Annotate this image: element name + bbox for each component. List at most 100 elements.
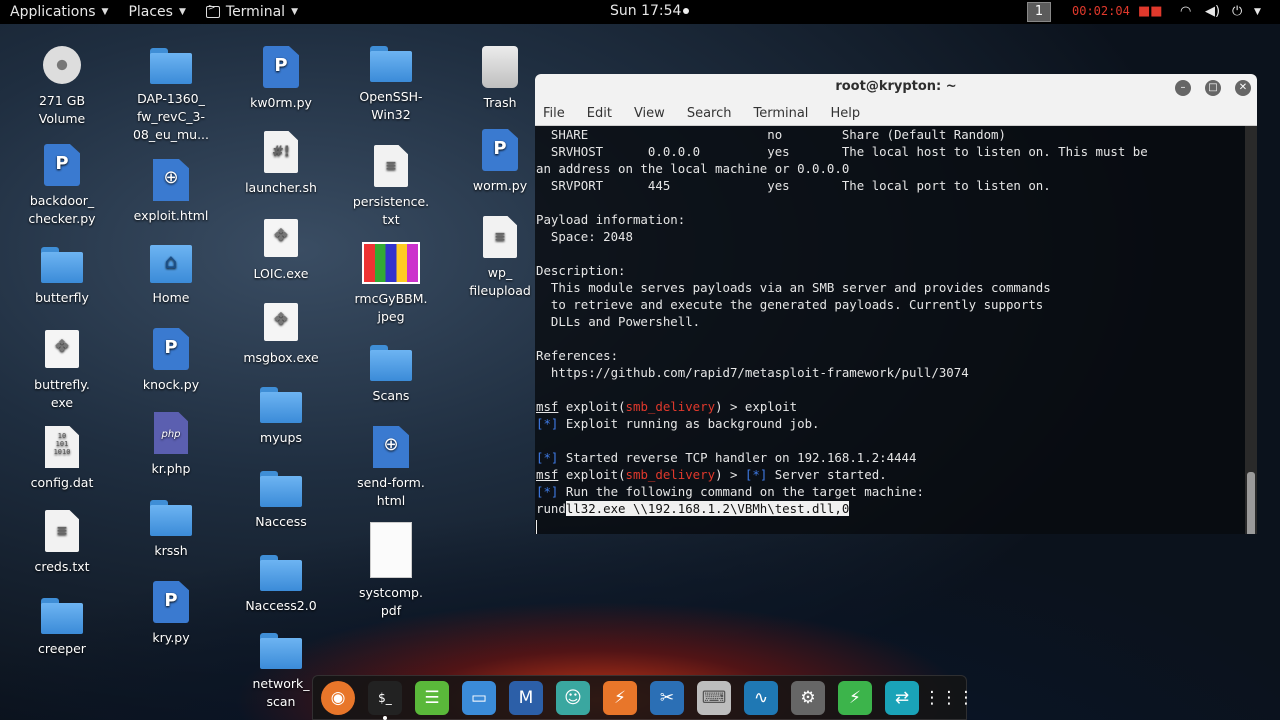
terminal-scrollbar[interactable] <box>1245 126 1257 534</box>
desktop-icon-openssh[interactable]: OpenSSH- Win32 <box>343 46 439 124</box>
desktop-icon-config-dat[interactable]: 10 101 1010 config.dat <box>14 426 110 492</box>
clock[interactable]: Sun 17:54 <box>610 3 690 19</box>
exe-file-icon: ❖ <box>264 303 298 341</box>
caret-down-icon[interactable]: ▼ <box>1254 7 1261 17</box>
terminal-app-menu[interactable]: Terminal ▼ <box>196 0 308 24</box>
settings-icon[interactable]: ⚙ <box>791 680 825 715</box>
menu-edit[interactable]: Edit <box>587 106 612 121</box>
minimize-button[interactable]: – <box>1175 80 1191 96</box>
desktop-icon-label: myups <box>260 430 302 445</box>
menu-view[interactable]: View <box>634 106 665 121</box>
menu-search[interactable]: Search <box>687 106 732 121</box>
burpsuite-icon[interactable]: ⚡ <box>603 680 637 715</box>
desktop-icon-creeper[interactable]: creeper <box>14 598 110 658</box>
desktop-icon-wp-fileupload[interactable]: ≡ wp_ fileupload <box>452 216 548 300</box>
desktop-icon-persistence-txt[interactable]: ≡ persistence. txt <box>343 145 439 229</box>
desktop-icon-kw0rm-py[interactable]: P kw0rm.py <box>233 46 329 112</box>
terminal-prompt-line: msf exploit(smb_delivery) > exploit <box>536 398 1245 415</box>
desktop-icon-label: Home <box>152 290 190 305</box>
menu-file[interactable]: File <box>543 106 565 121</box>
prompt-module: smb_delivery <box>625 399 716 414</box>
php-file-icon: php <box>154 412 188 454</box>
desktop-icon-volume[interactable]: 271 GB Volume <box>14 46 110 128</box>
terminal-input-line[interactable] <box>536 517 1245 534</box>
shell-script-icon: #! <box>264 131 298 173</box>
recorder-icon[interactable]: ■■ <box>1138 4 1163 19</box>
keyboard-icon[interactable]: ⌨ <box>697 680 731 715</box>
terminal-icon[interactable]: $_ <box>368 680 402 720</box>
desktop-icon-label: systcomp. pdf <box>359 585 423 618</box>
text-editor-icon[interactable]: ☰ <box>415 680 449 715</box>
scrollbar-thumb[interactable] <box>1247 472 1255 534</box>
desktop-icon-home[interactable]: ⌂ Home <box>123 245 219 307</box>
metasploit-icon[interactable]: M <box>509 680 543 715</box>
volume-icon[interactable]: ◀) <box>1205 4 1220 19</box>
maximize-button[interactable]: □ <box>1205 80 1221 96</box>
terminal-window[interactable]: root@krypton: ~ – □ ✕ File Edit View Sea… <box>535 74 1257 534</box>
desktop-icon-myups[interactable]: myups <box>233 387 329 447</box>
wifi-icon[interactable]: ◠ <box>1180 4 1191 19</box>
terminal-line: References: <box>536 348 619 363</box>
desktop-icon-label: rmcGyBBM. jpeg <box>354 291 428 324</box>
desktop-icon-msgbox-exe[interactable]: ❖ msgbox.exe <box>233 303 329 367</box>
wireshark-icon[interactable]: ∿ <box>744 680 778 715</box>
armitage-icon[interactable]: ☺ <box>556 680 590 715</box>
close-button[interactable]: ✕ <box>1235 80 1251 96</box>
image-thumb-icon <box>362 242 420 284</box>
desktop-icon-loic-exe[interactable]: ❖ LOIC.exe <box>233 219 329 283</box>
python-file-icon: P <box>44 144 80 186</box>
teamviewer-icon[interactable]: ⇄ <box>885 680 919 715</box>
terminal-line: Description: <box>536 263 626 278</box>
desktop-icon-naccess2[interactable]: Naccess2.0 <box>233 555 329 615</box>
desktop-icon-launcher-sh[interactable]: #! launcher.sh <box>233 131 329 197</box>
drive-icon <box>43 46 81 84</box>
terminal-prompt-line: msf exploit(smb_delivery) > [*] Server s… <box>536 466 1245 483</box>
desktop-icon-backdoor-checker[interactable]: P backdoor_ checker.py <box>14 144 110 228</box>
firefox-icon[interactable]: ◉ <box>321 680 355 715</box>
power-icon[interactable]: ⏻ <box>1232 4 1242 19</box>
window-titlebar[interactable]: root@krypton: ~ – □ ✕ <box>535 74 1257 102</box>
desktop-icon-send-form-html[interactable]: ⊕ send-form. html <box>343 426 439 510</box>
folder-icon <box>260 555 302 591</box>
desktop-icon-scans[interactable]: Scans <box>343 345 439 405</box>
prompt-text: exploit( <box>558 467 626 482</box>
workspace-indicator[interactable]: 1 <box>1027 2 1051 22</box>
desktop-icon-kr-php[interactable]: php kr.php <box>123 412 219 478</box>
desktop-icon-buttrefly-exe[interactable]: ❖ buttrefly. exe <box>14 330 110 412</box>
tools-icon[interactable]: ✂ <box>650 680 684 715</box>
app-grid-icon[interactable]: ⋮⋮⋮ <box>924 681 975 715</box>
menu-help[interactable]: Help <box>830 106 860 121</box>
desktop-icon-dap-1360[interactable]: DAP-1360_ fw_revC_3- 08_eu_mu... <box>123 48 219 144</box>
desktop-icon-naccess[interactable]: Naccess <box>233 471 329 531</box>
desktop-icon-label: 271 GB Volume <box>38 93 86 126</box>
desktop-icon-trash[interactable]: Trash <box>452 46 548 112</box>
desktop-icon-creds-txt[interactable]: ≡ creds.txt <box>14 510 110 576</box>
desktop-icon-krssh[interactable]: krssh <box>123 500 219 560</box>
terminal-output[interactable]: SHARE no Share (Default Random) SRVHOST … <box>535 126 1245 534</box>
applications-menu[interactable]: Applications ▼ <box>0 0 118 24</box>
desktop-icon-knock-py[interactable]: P knock.py <box>123 328 219 394</box>
desktop-icon-butterfly[interactable]: butterfly <box>14 247 110 307</box>
desktop-icon-rmcgybbm-jpeg[interactable]: rmcGyBBM. jpeg <box>343 242 439 326</box>
status-star: [*] <box>536 416 559 431</box>
files-icon[interactable]: ▭ <box>462 680 496 715</box>
places-menu[interactable]: Places ▼ <box>118 0 195 24</box>
desktop-icon-exploit-html[interactable]: ⊕ exploit.html <box>123 159 219 225</box>
desktop-icon-worm-py[interactable]: P worm.py <box>452 129 548 195</box>
data-file-icon: 10 101 1010 <box>45 426 79 468</box>
status-text: Exploit running as background job. <box>558 416 820 431</box>
menu-terminal[interactable]: Terminal <box>753 106 808 121</box>
active-indicator <box>383 715 387 720</box>
html-file-icon: ⊕ <box>373 426 409 468</box>
terminal-line: This module serves payloads via an SMB s… <box>536 280 1051 295</box>
desktop-icon-kry-py[interactable]: P kry.py <box>123 581 219 647</box>
exe-file-icon: ❖ <box>45 330 79 368</box>
trash-icon <box>482 46 518 88</box>
script-icon[interactable]: ⚡ <box>838 680 872 715</box>
desktop-icon-systcomp-pdf[interactable]: systcomp. pdf <box>343 522 439 620</box>
terminal-line: to retrieve and execute the generated pa… <box>536 297 1044 312</box>
desktop-icon-label: wp_ fileupload <box>469 265 531 298</box>
selected-text[interactable]: ll32.exe \\192.168.1.2\VBMh\test.dll,0 <box>565 501 850 516</box>
text-file-icon: ≡ <box>483 216 517 258</box>
